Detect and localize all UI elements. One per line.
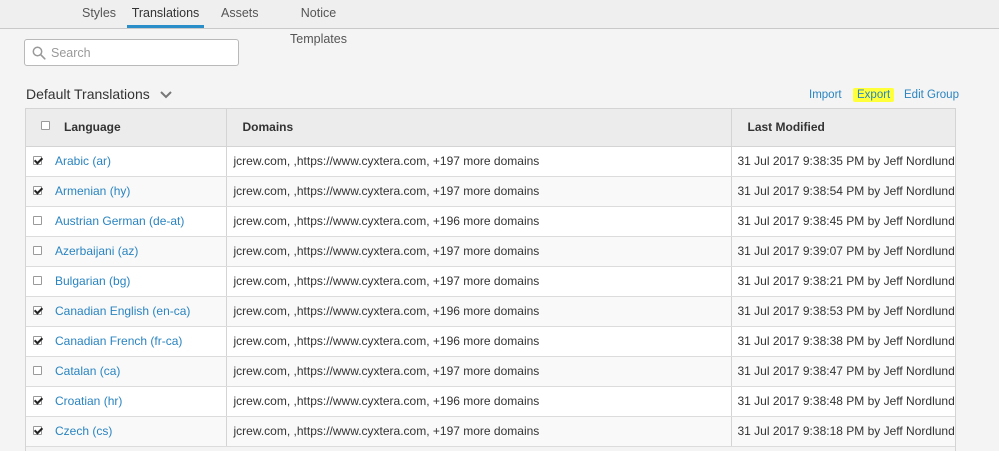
row-checkbox[interactable] <box>33 366 42 375</box>
cell-last-modified: 31 Jul 2017 9:38:53 PM by Jeff Nordlund <box>731 296 955 327</box>
header-language-label: Language <box>64 120 121 135</box>
cell-language: Czech (cs) <box>26 416 227 447</box>
cell-domains: jcrew.com, ,https://www.cyxtera.com, +19… <box>226 266 732 297</box>
cell-domains: jcrew.com, ,https://www.cyxtera.com, +19… <box>226 416 732 447</box>
table-row[interactable]: Armenian (hy) jcrew.com, ,https://www.cyx… <box>26 176 955 207</box>
cell-last-modified: 31 Jul 2017 9:38:35 PM by Jeff Nordlund <box>731 146 955 177</box>
cell-last-modified: 31 Jul 2017 9:38:45 PM by Jeff Nordlund <box>731 206 955 237</box>
row-checkbox[interactable] <box>33 156 42 165</box>
table-row[interactable]: Austrian German (de-at) jcrew.com, ,https… <box>26 206 955 237</box>
row-checkbox[interactable] <box>33 336 42 345</box>
header-last-modified[interactable]: Last Modified <box>731 109 955 147</box>
cell-language: Croatian (hr) <box>26 386 227 417</box>
cell-domains: jcrew.com, ,https://www.cyxtera.com, +19… <box>226 146 732 177</box>
language-link[interactable]: Czech (cs) <box>55 424 112 438</box>
tab-notice-templates[interactable]: Notice Templates <box>277 0 360 46</box>
cell-last-modified: 31 Jul 2017 9:38:21 PM by Jeff Nordlund <box>731 266 955 297</box>
language-link[interactable]: Bulgarian (bg) <box>55 274 130 288</box>
edit-group-link[interactable]: Edit Group <box>904 88 959 102</box>
table-row[interactable]: Arabic (ar) jcrew.com, ,https://www.cyxte… <box>26 146 955 177</box>
header-language[interactable]: Language <box>26 109 227 147</box>
cell-domains: jcrew.com, ,https://www.cyxtera.com, +19… <box>226 236 732 267</box>
cell-domains: jcrew.com, ,https://www.cyxtera.com, +19… <box>226 326 732 357</box>
tab-assets[interactable]: Assets <box>221 0 259 28</box>
row-checkbox[interactable] <box>33 216 42 225</box>
chevron-down-icon[interactable] <box>159 90 173 100</box>
row-checkbox[interactable] <box>33 246 42 255</box>
search-box <box>24 39 239 66</box>
language-link[interactable]: Azerbaijani (az) <box>55 244 138 258</box>
import-link[interactable]: Import <box>809 88 842 102</box>
language-link[interactable]: Catalan (ca) <box>55 364 120 378</box>
language-link[interactable]: Arabic (ar) <box>55 154 111 168</box>
translations-table: Language Domains Last Modified Arabic (a… <box>25 108 956 451</box>
cell-last-modified: 31 Jul 2017 9:38:18 PM by Jeff Nordlund <box>731 416 955 447</box>
language-link[interactable]: Armenian (hy) <box>55 184 130 198</box>
row-checkbox[interactable] <box>33 186 42 195</box>
export-link[interactable]: Export <box>853 88 895 102</box>
row-checkbox[interactable] <box>33 396 42 405</box>
cell-language: Catalan (ca) <box>26 356 227 387</box>
table-row[interactable]: Croatian (hr) jcrew.com, ,https://www.cyx… <box>26 386 955 417</box>
tab-bar: Styles Translations Assets Notice Templa… <box>0 0 999 46</box>
cell-domains: jcrew.com, ,https://www.cyxtera.com, +19… <box>226 206 732 237</box>
cell-language: Armenian (hy) <box>26 176 227 207</box>
row-checkbox[interactable] <box>33 306 42 315</box>
cell-domains: jcrew.com, ,https://www.cyxtera.com, +19… <box>226 296 732 327</box>
language-link[interactable]: Canadian English (en-ca) <box>55 304 190 318</box>
cell-last-modified: 31 Jul 2017 9:38:54 PM by Jeff Nordlund <box>731 176 955 207</box>
cell-last-modified: 31 Jul 2017 9:38:47 PM by Jeff Nordlund <box>731 356 955 387</box>
cell-domains: jcrew.com, ,https://www.cyxtera.com, +19… <box>226 176 732 207</box>
tab-translations[interactable]: Translations <box>127 0 204 28</box>
table-row[interactable]: Canadian French (fr-ca) jcrew.com, ,https… <box>26 326 955 357</box>
language-link[interactable]: Austrian German (de-at) <box>55 214 184 228</box>
language-link[interactable]: Croatian (hr) <box>55 394 122 408</box>
row-checkbox[interactable] <box>33 426 42 435</box>
table-row[interactable]: Canadian English (en-ca) jcrew.com, ,http… <box>26 296 955 327</box>
cell-language: Canadian French (fr-ca) <box>26 326 227 357</box>
select-all-checkbox[interactable] <box>41 121 50 131</box>
search-icon <box>32 46 46 60</box>
cell-language: Austrian German (de-at) <box>26 206 227 237</box>
group-title: Default Translations <box>26 86 150 102</box>
cell-domains: jcrew.com, ,https://www.cyxtera.com, +19… <box>226 356 732 387</box>
cell-language: Bulgarian (bg) <box>26 266 227 297</box>
table-row[interactable]: Czech (cs) jcrew.com, ,https://www.cyxter… <box>26 416 955 447</box>
cell-last-modified: 31 Jul 2017 9:38:48 PM by Jeff Nordlund <box>731 386 955 417</box>
header-domains[interactable]: Domains <box>226 109 732 147</box>
row-checkbox[interactable] <box>33 276 42 285</box>
table-row[interactable]: Bulgarian (bg) jcrew.com, ,https://www.cy… <box>26 266 955 297</box>
language-link[interactable]: Canadian French (fr-ca) <box>55 334 182 348</box>
tab-styles[interactable]: Styles <box>82 0 116 28</box>
cell-domains: jcrew.com, ,https://www.cyxtera.com, +19… <box>226 386 732 417</box>
cell-last-modified: 31 Jul 2017 9:38:38 PM by Jeff Nordlund <box>731 326 955 357</box>
cell-last-modified: 31 Jul 2017 9:39:07 PM by Jeff Nordlund <box>731 236 955 267</box>
cell-language: Azerbaijani (az) <box>26 236 227 267</box>
table-row[interactable]: Catalan (ca) jcrew.com, ,https://www.cyxt… <box>26 356 955 387</box>
cell-language: Canadian English (en-ca) <box>26 296 227 327</box>
search-input[interactable] <box>51 42 235 63</box>
table-row[interactable]: Azerbaijani (az) jcrew.com, ,https://www.… <box>26 236 955 267</box>
cell-language: Arabic (ar) <box>26 146 227 177</box>
table-header-row: Language Domains Last Modified <box>26 109 955 147</box>
